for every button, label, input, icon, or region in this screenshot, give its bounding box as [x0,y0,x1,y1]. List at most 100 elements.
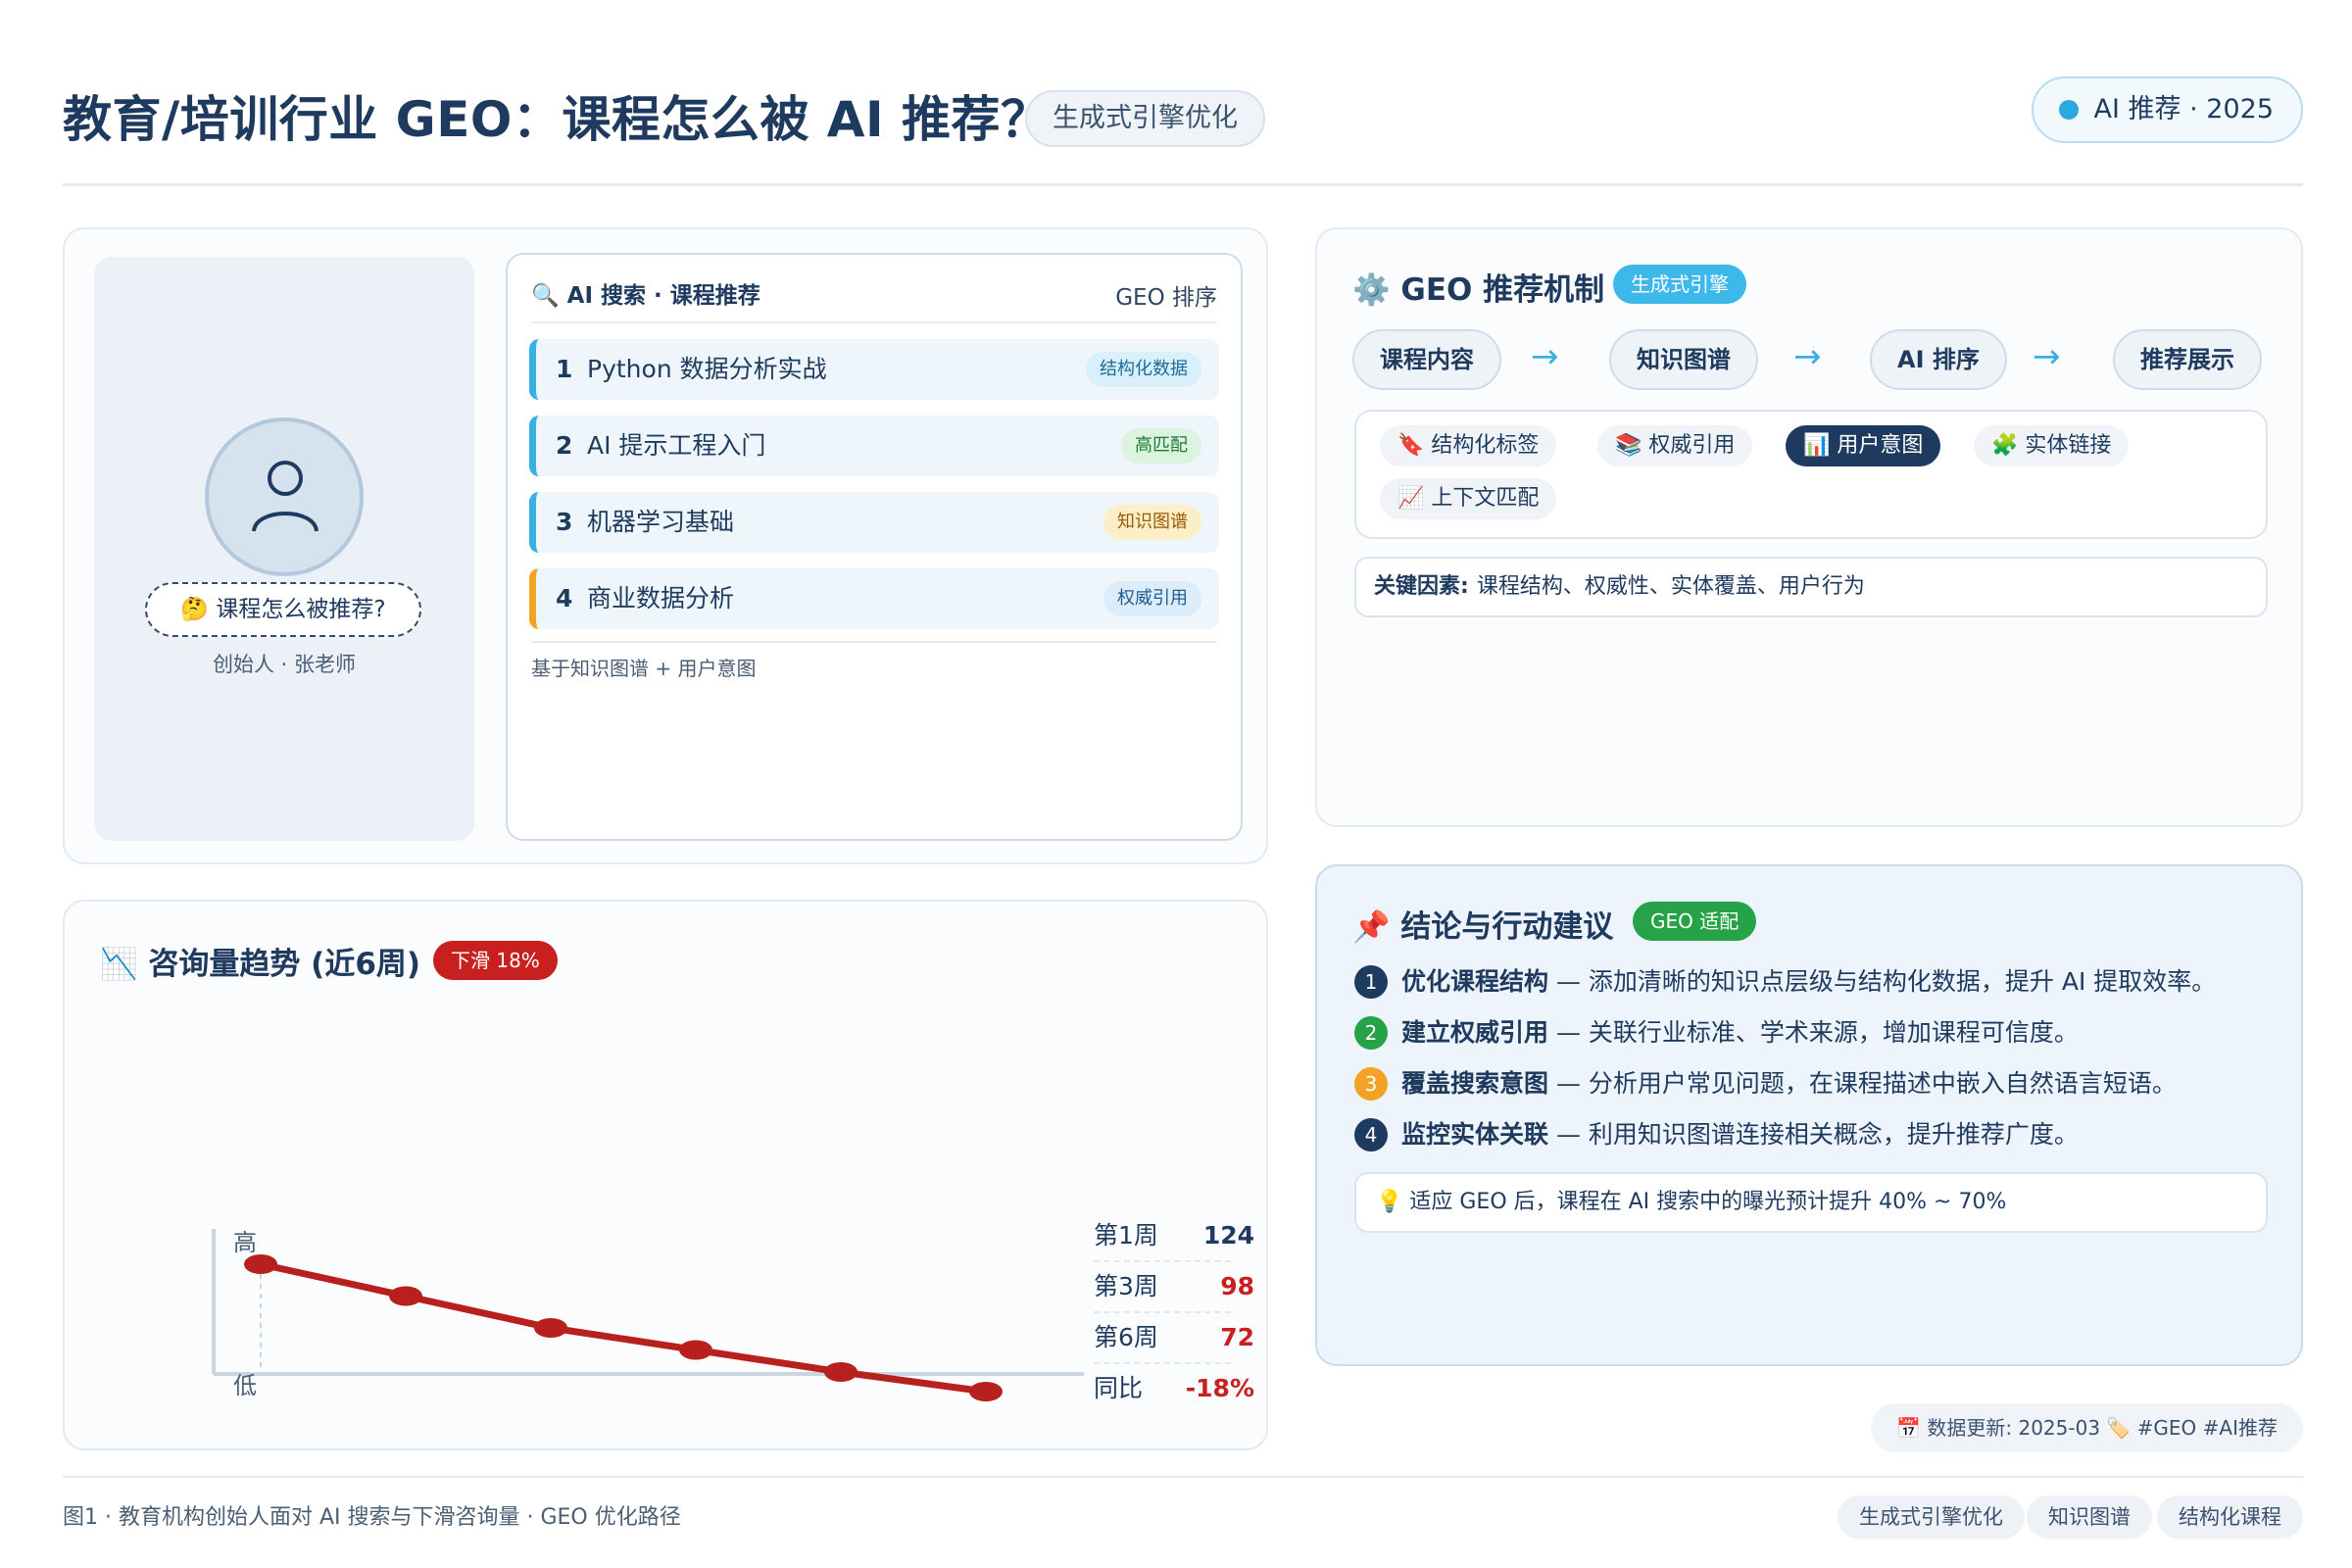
action-text: — 利用知识图谱连接相关概念，提升推荐广度。 [1548,1120,2079,1149]
figure-caption: 图1 · 教育机构创始人面对 AI 搜索与下滑咨询量 · GEO 优化路径 [63,1505,681,1530]
stat-row: 第6周 72 [1094,1313,1254,1364]
search-result[interactable]: 1 Python 数据分析实战 结构化数据 [529,339,1219,400]
trend-stats: 第1周 124 第3周 98 第6周 72 同比 -18% [1094,1211,1254,1415]
stat-label: 第1周 [1094,1221,1158,1250]
stat-row: 第3周 98 [1094,1262,1254,1313]
stat-value: 124 [1202,1221,1254,1250]
founder-name: 创始人 · 张老师 [212,653,357,676]
subtitle-pill: 生成式引擎优化 [1025,90,1265,147]
stat-label: 第6周 [1094,1323,1158,1351]
search-header: 🔍 AI 搜索 · 课程推荐 GEO 排序 [531,276,1217,323]
action-number: 3 [1354,1067,1388,1101]
action-heading: 监控实体关联 [1401,1120,1549,1149]
result-name: 机器学习基础 [587,508,735,536]
search-footer: 基于知识图谱 + 用户意图 [531,641,1217,681]
chip-authority-citation[interactable]: 📚 权威引用 [1597,425,1753,466]
action-number: 1 [1354,965,1388,999]
stat-row: 同比 -18% [1094,1364,1254,1415]
rank-label: GEO 排序 [1115,285,1217,311]
year-pill: AI 推荐 · 2025 [2031,76,2303,143]
status-dot-icon [2058,100,2079,120]
trend-point-第6周 [969,1382,1003,1401]
action-heading: 建立权威引用 [1401,1018,1549,1047]
action-number: 2 [1354,1016,1388,1050]
chip-entity-link[interactable]: 🧩 实体链接 [1974,425,2130,466]
data-update-pill: 📅 数据更新: 2025-03 🏷️ #GEO #AI推荐 [1871,1403,2303,1452]
mechanism-badge: 生成式引擎 [1613,265,1746,304]
result-tag: 高匹配 [1121,428,1201,464]
trend-series [244,1254,1003,1401]
search-result[interactable]: 4 商业数据分析 权威引用 [529,568,1219,629]
conclusions-title: 📌 结论与行动建议 [1352,909,1614,945]
trend-point-第2周 [389,1286,422,1306]
flow-node-rank: AI 排序 [1870,329,2007,390]
chip-structured-tags[interactable]: 🔖 结构化标签 [1380,425,1557,466]
forecast-tip: 💡 适应 GEO 后，课程在 AI 搜索中的曝光预计提升 40% ~ 70% [1354,1172,2268,1233]
result-rank: 1 [556,355,573,383]
trend-title: 📉 咨询量趋势 (近6周) [100,947,421,982]
y-low-label: 低 [233,1373,257,1399]
action-text: — 添加清晰的知识点层级与结构化数据，提升 AI 提取效率。 [1548,967,2217,996]
action-item: 2 建立权威引用 — 关联行业标准、学术来源，增加课程可信度。 [1354,1013,2079,1053]
stat-value: 72 [1220,1323,1254,1351]
flow-node-graph: 知识图谱 [1609,329,1758,390]
scenario-panel: 🤔 课程怎么被推荐? 创始人 · 张老师 🔍 AI 搜索 · 课程推荐 GEO … [63,227,1268,864]
arrow-right-icon: → [2033,337,2061,376]
action-item: 1 优化课程结构 — 添加清晰的知识点层级与结构化数据，提升 AI 提取效率。 [1354,962,2216,1002]
action-heading: 覆盖搜索意图 [1401,1069,1549,1098]
footer-tag[interactable]: 生成式引擎优化 [1838,1495,2025,1539]
result-tag: 权威引用 [1103,581,1201,616]
mechanism-panel: ⚙️ GEO 推荐机制 生成式引擎 课程内容 → 知识图谱 → AI 排序 → … [1315,227,2303,827]
trend-point-第3周 [534,1318,567,1338]
trend-line-chart: 高 低 [212,1229,1084,1401]
stat-value: -18% [1185,1374,1254,1402]
question-bubble: 🤔 课程怎么被推荐? [145,582,421,637]
footer-tag[interactable]: 知识图谱 [2027,1495,2152,1539]
result-rank: 3 [556,508,573,536]
search-result[interactable]: 3 机器学习基础 知识图谱 [529,492,1219,553]
footer-tag[interactable]: 结构化课程 [2157,1495,2303,1539]
result-name: 商业数据分析 [587,584,735,612]
stat-label: 同比 [1094,1374,1144,1402]
arrow-right-icon: → [1531,337,1559,376]
chip-user-intent[interactable]: 📊 用户意图 [1786,425,1941,466]
ai-search-panel: 🔍 AI 搜索 · 课程推荐 GEO 排序 1 Python 数据分析实战 结构… [506,253,1243,841]
key-factors-text: 课程结构、权威性、实体覆盖、用户行为 [1476,574,1865,599]
founder-card: 🤔 课程怎么被推荐? 创始人 · 张老师 [94,257,474,841]
trend-point-第1周 [244,1254,277,1274]
feature-chip-group: 🔖 结构化标签 📚 权威引用 📊 用户意图 🧩 实体链接 📈 上下文匹配 [1354,410,2268,539]
action-item: 4 监控实体关联 — 利用知识图谱连接相关概念，提升推荐广度。 [1354,1115,2079,1154]
conclusions-badge: GEO 适配 [1633,902,1757,941]
page-title: 教育/培训行业 GEO：课程怎么被 AI 推荐？ [63,91,1051,148]
key-factors: 关键因素: 课程结构、权威性、实体覆盖、用户行为 [1354,557,2268,617]
flow-node-display: 推荐展示 [2113,329,2262,390]
footer-divider [63,1476,2303,1478]
action-text: — 分析用户常见问题，在课程描述中嵌入自然语言短语。 [1548,1069,2177,1098]
result-name: Python 数据分析实战 [587,355,827,383]
conclusions-panel: 📌 结论与行动建议 GEO 适配 1 优化课程结构 — 添加清晰的知识点层级与结构… [1315,864,2303,1366]
action-number: 4 [1354,1118,1388,1152]
trend-panel: 📉 咨询量趋势 (近6周) 下滑 18% 高 低 第1周 124 第3周 98 … [63,900,1268,1450]
user-icon [205,417,364,576]
trend-point-第5周 [824,1362,858,1382]
key-factors-label: 关键因素: [1374,574,1469,599]
arrow-right-icon: → [1793,337,1822,376]
y-high-label: 高 [233,1230,257,1256]
result-tag: 结构化数据 [1086,352,1201,387]
result-tag: 知识图谱 [1103,505,1201,540]
decline-badge: 下滑 18% [433,941,558,980]
result-name: AI 提示工程入门 [587,431,766,460]
year-pill-label: AI 推荐 · 2025 [2093,94,2274,124]
action-heading: 优化课程结构 [1401,967,1549,996]
page-header: 教育/培训行业 GEO：课程怎么被 AI 推荐？ 生成式引擎优化 AI 推荐 ·… [63,69,2303,186]
search-result[interactable]: 2 AI 提示工程入门 高匹配 [529,416,1219,476]
action-text: — 关联行业标准、学术来源，增加课程可信度。 [1548,1018,2079,1047]
action-item: 3 覆盖搜索意图 — 分析用户常见问题，在课程描述中嵌入自然语言短语。 [1354,1064,2177,1103]
mechanism-title: ⚙️ GEO 推荐机制 [1352,272,1605,308]
stat-row: 第1周 124 [1094,1211,1254,1262]
result-rank: 2 [556,431,573,460]
chip-context-match[interactable]: 📈 上下文匹配 [1380,478,1557,519]
stat-label: 第3周 [1094,1272,1158,1300]
stat-value: 98 [1220,1272,1254,1300]
search-title: 🔍 AI 搜索 · 课程推荐 [531,283,760,309]
